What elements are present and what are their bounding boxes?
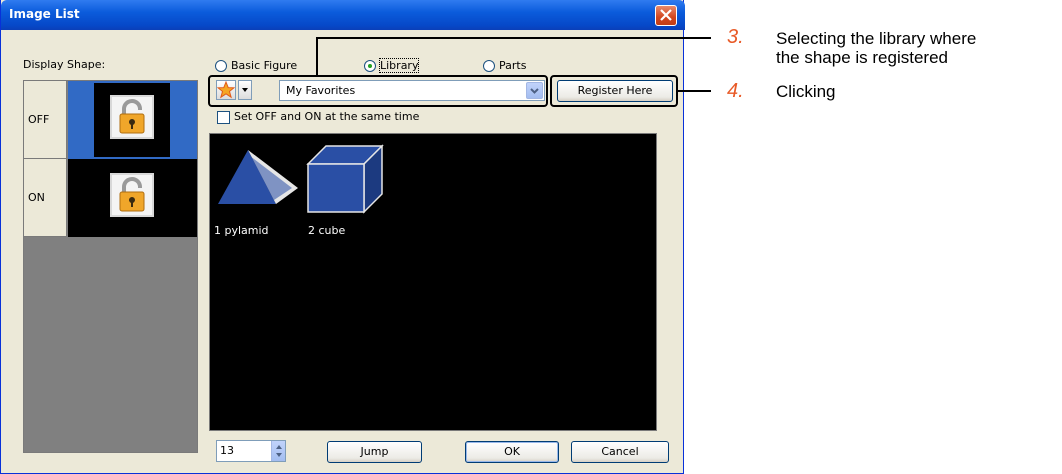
image-list-dialog: Image List Display Shape: OFF ON Basic F… [0,0,685,474]
callout-3-highlight [208,75,548,107]
state-row-off[interactable]: OFF [24,81,197,159]
page-number-value: 13 [220,444,234,457]
jump-button[interactable]: Jump [327,441,422,463]
close-button[interactable] [655,5,677,26]
spinner-arrows-icon [276,445,282,457]
gallery-item-cube[interactable]: 2 cube [306,142,386,246]
state-list: OFF ON [23,80,198,453]
callout-4-number: 4. [727,80,744,102]
same-time-checkbox[interactable] [217,111,230,124]
padlock-icon [110,173,154,217]
state-preview-off [68,81,197,159]
state-preview-on [68,159,197,237]
gallery-item-pyramid[interactable]: 1 pylamid [214,146,304,246]
callout-3-text-line1: Selecting the library where [776,29,977,48]
radio-circle [364,60,376,72]
state-label-cell: OFF [24,81,67,159]
same-time-checkbox-label: Set OFF and ON at the same time [234,110,420,123]
callout-3-text-line2: the shape is registered [776,48,948,67]
cancel-button[interactable]: Cancel [571,441,669,463]
state-label-cell: ON [24,159,67,237]
state-label-off: OFF [28,113,50,126]
ok-button[interactable]: OK [465,441,559,463]
radio-dot [368,64,372,68]
callout-4-highlight [550,75,678,107]
radio-circle [215,60,227,72]
radio-circle [483,60,495,72]
radio-label: Basic Figure [231,59,298,72]
pyramid-icon [218,150,298,204]
callout-3-leader-vertical [316,37,318,75]
image-gallery[interactable]: 1 pylamid 2 cube [209,133,657,431]
callout-4-text: Clicking [776,82,836,101]
padlock-icon [110,95,154,139]
title-bar[interactable]: Image List [1,0,685,30]
gallery-item-label: 2 cube [308,224,346,237]
callout-3-leader-horizontal [316,37,711,39]
page-number-stepper[interactable] [271,441,285,461]
close-icon [660,9,672,21]
callout-4-leader [678,90,711,92]
cube-icon [306,144,384,214]
callout-3-number: 3. [727,26,744,48]
gallery-item-label: 1 pylamid [214,224,269,237]
state-label-on: ON [28,191,45,204]
radio-label: Parts [499,59,527,72]
radio-label: Library [378,58,420,73]
window-title: Image List [9,7,80,21]
state-row-on[interactable]: ON [24,159,197,237]
display-shape-label: Display Shape: [23,58,106,71]
